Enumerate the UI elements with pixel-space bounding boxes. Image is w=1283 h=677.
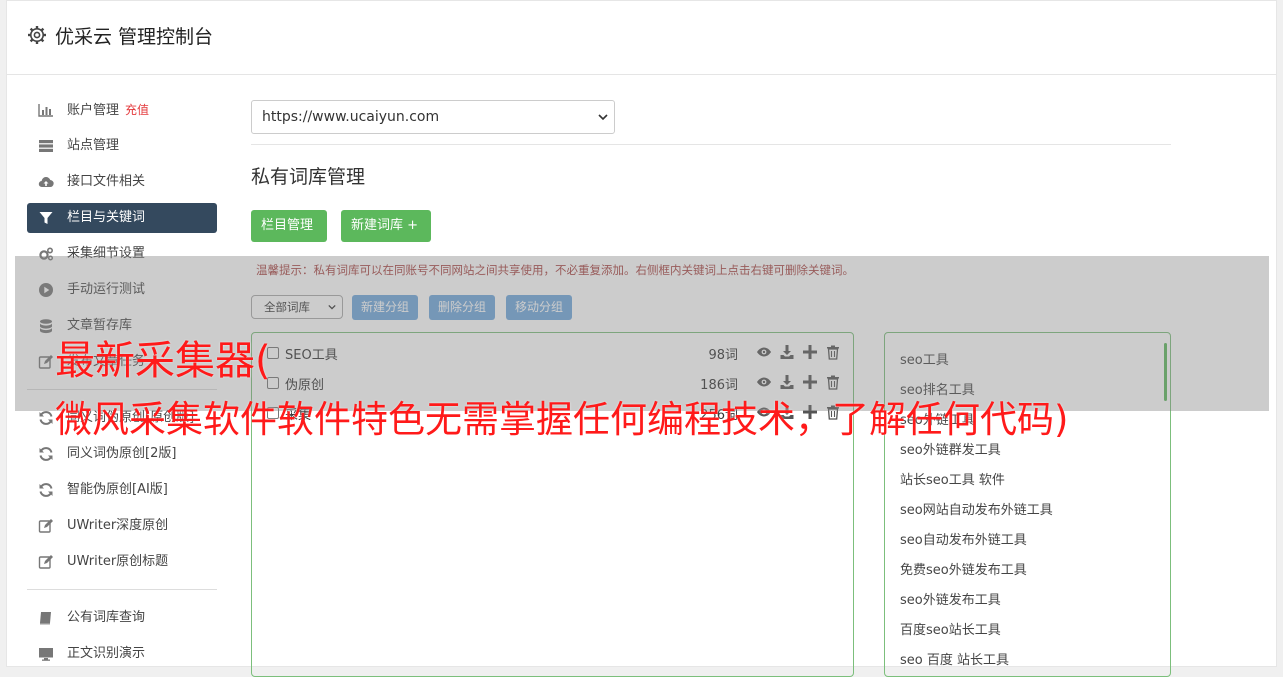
sidebar-item-synonym-v2[interactable]: 同义词伪原创[2版] (27, 439, 217, 469)
gear-icon (28, 26, 46, 44)
refresh-icon (39, 411, 53, 425)
sidebar-item-label: 公有词库查询 (67, 610, 146, 625)
sidebar-item-uwriter-deep[interactable]: UWriter深度原创 (27, 511, 217, 541)
sidebar-item-label: 正文识别演示 (67, 646, 146, 661)
header: 优采云 管理控制台 (7, 1, 1276, 75)
sidebar-item-label: 站点管理 (67, 138, 120, 153)
column-manage-button[interactable]: 栏目管理 (251, 210, 327, 242)
keyword-item[interactable]: seo外链发布工具 (900, 589, 1001, 608)
keyword-item[interactable]: seo网站自动发布外链工具 (900, 499, 1053, 518)
sidebar-item-label: 智能伪原创[AI版] (67, 482, 168, 497)
sidebar-item-columns-keywords[interactable]: 栏目与关键词 (27, 203, 217, 233)
sidebar-item-public-lexicon[interactable]: 公有词库查询 (27, 603, 217, 633)
sidebar-item-text-recognition[interactable]: 正文识别演示 (27, 639, 217, 669)
sidebar-item-sites[interactable]: 站点管理 (27, 131, 217, 161)
sidebar-item-label: 账户管理 (67, 103, 120, 118)
refresh-icon (39, 447, 53, 461)
sidebar-item-label: 同义词伪原创[2版] (67, 446, 177, 461)
keyword-item[interactable]: 免费seo外链发布工具 (900, 559, 1027, 578)
banner-line-1: 最新采集器( (55, 338, 271, 384)
banner-line-2: 微风采集软件软件特色无需掌握任何编程技术，了解任何代码) (55, 398, 1069, 441)
keyword-item[interactable]: seo 百度 站长工具 (900, 649, 1009, 668)
sidebar-item-label: 接口文件相关 (67, 174, 146, 189)
edit-icon (38, 519, 53, 533)
filter-icon (39, 212, 53, 224)
site-select[interactable]: https://www.ucaiyun.com (251, 100, 615, 134)
divider (251, 144, 1171, 145)
edit-icon (38, 555, 53, 569)
sidebar-item-ai-original[interactable]: 智能伪原创[AI版] (27, 475, 217, 505)
sidebar-item-label: UWriter深度原创 (67, 518, 169, 533)
sidebar-divider (27, 589, 217, 590)
keyword-item[interactable]: 百度seo站长工具 (900, 619, 1001, 638)
sidebar-item-label: UWriter原创标题 (67, 554, 169, 569)
page-header-title: 优采云 管理控制台 (55, 26, 214, 48)
monitor-icon (39, 648, 53, 661)
bar-chart-icon (38, 104, 53, 117)
sidebar-item-interface-files[interactable]: 接口文件相关 (27, 167, 217, 197)
page-title: 私有词库管理 (251, 166, 366, 188)
chevron-down-icon (598, 114, 608, 121)
site-select-value: https://www.ucaiyun.com (262, 109, 440, 125)
new-lexicon-button[interactable]: 新建词库 + (341, 210, 431, 242)
sidebar-item-label: 栏目与关键词 (67, 210, 146, 225)
banner-overlay (15, 256, 1269, 411)
sidebar-item-uwriter-title[interactable]: UWriter原创标题 (27, 547, 217, 577)
refresh-icon (39, 483, 53, 497)
sidebar-item-account[interactable]: 账户管理 充值 (27, 95, 217, 125)
recharge-link[interactable]: 充值 (125, 103, 149, 117)
keyword-item[interactable]: seo自动发布外链工具 (900, 529, 1027, 548)
book-icon (40, 612, 51, 625)
cloud-upload-icon (38, 177, 54, 188)
keyword-item[interactable]: 站长seo工具 软件 (900, 469, 1005, 488)
server-icon (39, 140, 53, 152)
